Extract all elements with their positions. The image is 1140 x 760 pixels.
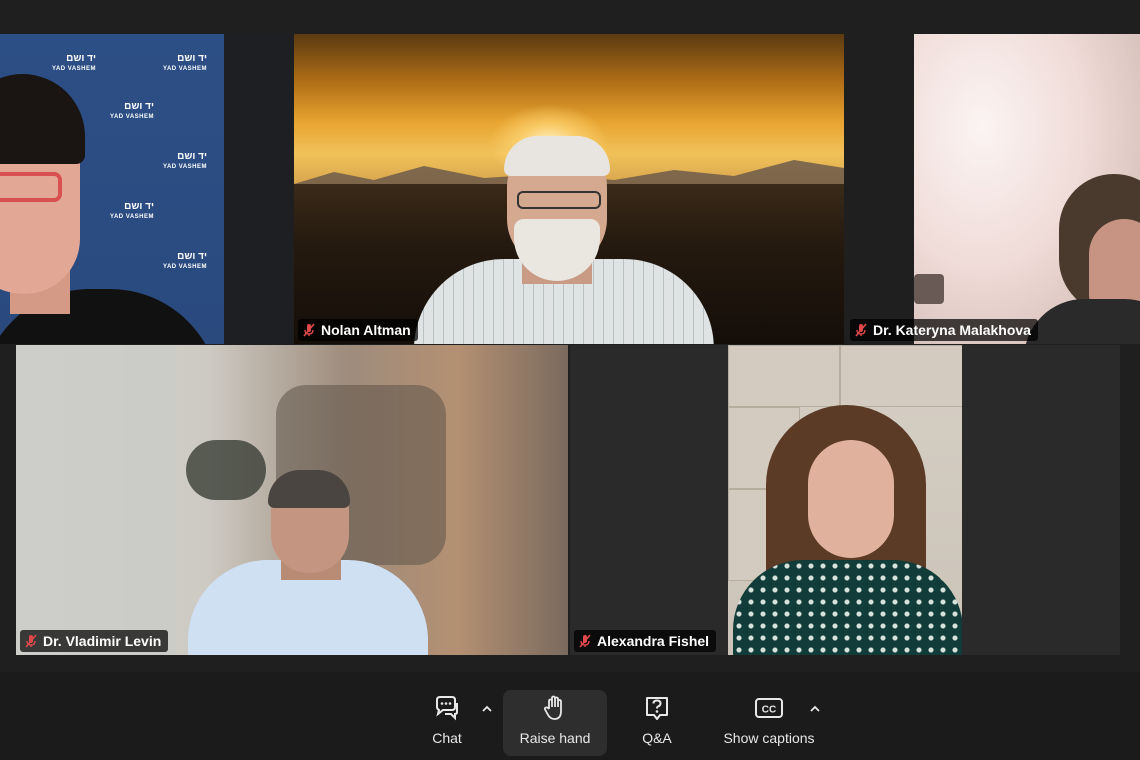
participant-video <box>16 345 568 655</box>
meeting-toolbar: Chat Raise hand Q&A CC Show captions <box>0 672 1140 760</box>
participant-tile[interactable]: Dr. Kateryna Malakhova <box>846 34 1140 344</box>
participant-name: Alexandra Fishel <box>597 633 710 649</box>
participant-name-tag: Dr. Vladimir Levin <box>20 630 169 652</box>
participant-tile-active-speaker[interactable]: יד ושם YAD VASHEM יד ושם YAD VASHEM יד ושם… <box>0 34 292 344</box>
qa-label: Q&A <box>642 730 672 746</box>
participant-name-tag: Dr. Kateryna Malakhova <box>850 319 1038 341</box>
raise-hand-icon <box>543 695 562 720</box>
qa-button[interactable]: Q&A <box>632 690 682 756</box>
raise-hand-label: Raise hand <box>519 730 591 746</box>
raise-hand-button[interactable]: Raise hand <box>503 690 607 756</box>
closed-captions-icon: CC <box>755 698 783 718</box>
participant-tile[interactable]: Nolan Altman <box>294 34 844 344</box>
yad-vashem-logo: יד ושם YAD VASHEM <box>163 251 208 271</box>
chat-button[interactable]: Chat <box>422 690 472 756</box>
participant-name-tag: Nolan Altman <box>298 319 418 341</box>
participant-tile[interactable]: Alexandra Fishel <box>570 345 1120 655</box>
muted-mic-icon <box>855 323 867 337</box>
show-captions-button[interactable]: CC Show captions <box>714 690 824 756</box>
svg-text:CC: CC <box>762 705 776 716</box>
yad-vashem-logo: יד ושם YAD VASHEM <box>110 101 155 121</box>
chevron-up-icon[interactable] <box>480 702 494 716</box>
muted-mic-icon <box>579 634 591 648</box>
yad-vashem-logo: יד ושם YAD VASHEM <box>110 201 155 221</box>
participant-name-tag: Alexandra Fishel <box>574 630 717 652</box>
yad-vashem-logo: יד ושם YAD VASHEM <box>163 53 208 73</box>
participant-name: Dr. Vladimir Levin <box>43 633 162 649</box>
participant-video <box>570 345 1120 655</box>
gallery-view: יד ושם YAD VASHEM יד ושם YAD VASHEM יד ושם… <box>0 0 1140 760</box>
participant-video <box>846 34 1140 344</box>
participant-name: Dr. Kateryna Malakhova <box>873 322 1031 338</box>
yad-vashem-logo: יד ושם YAD VASHEM <box>52 53 97 73</box>
chevron-up-icon[interactable] <box>808 702 822 716</box>
muted-mic-icon <box>25 634 37 648</box>
participant-name: Nolan Altman <box>321 322 411 338</box>
chat-icon <box>436 696 458 721</box>
participant-tile[interactable]: Dr. Vladimir Levin <box>16 345 568 655</box>
participant-video: יד ושם YAD VASHEM יד ושם YAD VASHEM יד ושם… <box>0 34 292 344</box>
chat-label: Chat <box>432 730 462 746</box>
question-icon <box>646 697 668 720</box>
yad-vashem-logo: יד ושם YAD VASHEM <box>163 151 208 171</box>
participant-video <box>294 34 844 344</box>
muted-mic-icon <box>303 323 315 337</box>
show-captions-label: Show captions <box>723 730 815 746</box>
